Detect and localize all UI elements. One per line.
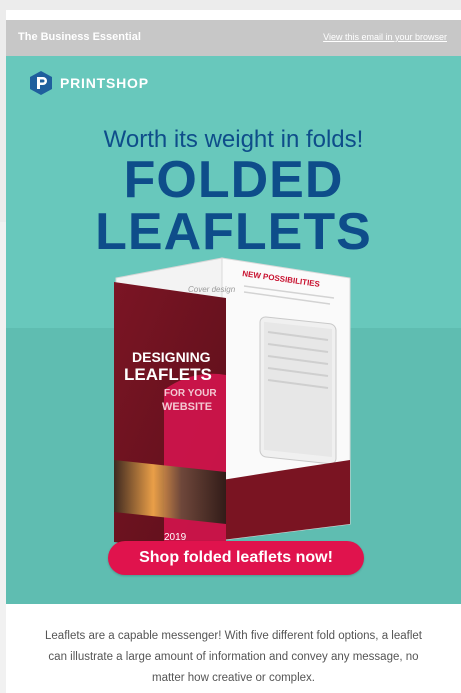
- header-left-label: The Business Essential: [18, 31, 141, 43]
- folded-leaflet-illustration: NEW POSSIBILITIES Cover design DESIGNING…: [114, 257, 351, 556]
- intro-line-2: can illustrate a large amount of informa…: [48, 651, 419, 663]
- view-in-browser-link[interactable]: View this email in your browser: [323, 32, 447, 42]
- cover-title-line-1: DESIGNING: [132, 349, 211, 365]
- printshop-logo-icon: [30, 71, 52, 95]
- hero-section: PRINTSHOP Worth its weight in folds! FOL…: [6, 56, 461, 604]
- hero-tagline: Worth its weight in folds!: [103, 126, 364, 153]
- intro-paragraph: Leaflets are a capable messenger! With f…: [18, 626, 449, 689]
- intro-line-1: Leaflets are a capable messenger! With f…: [45, 630, 422, 642]
- cover-title-line-2: LEAFLETS: [124, 365, 212, 384]
- email-container: The Business Essential View this email i…: [6, 10, 461, 693]
- brand-logo[interactable]: PRINTSHOP: [28, 70, 149, 96]
- cover-label: Cover design: [188, 285, 236, 294]
- hero-headline-line-1: FOLDED: [123, 151, 344, 209]
- cover-title-line-3: FOR YOUR: [164, 388, 217, 399]
- logo-text: PRINTSHOP: [60, 75, 149, 91]
- shop-folded-leaflets-button[interactable]: Shop folded leaflets now!: [108, 541, 364, 575]
- intro-line-3: matter how creative or complex.: [152, 672, 315, 684]
- cover-title-line-4: WEBSITE: [162, 401, 212, 413]
- email-header-bar: The Business Essential View this email i…: [6, 20, 461, 56]
